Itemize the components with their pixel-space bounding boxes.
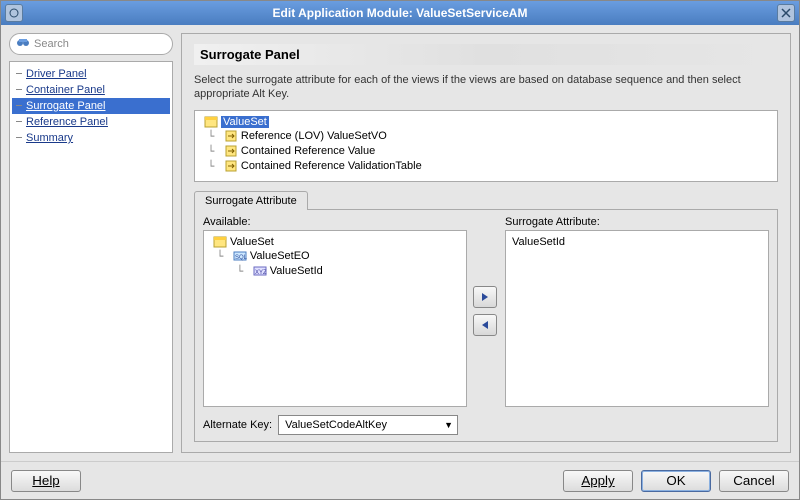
selected-column: Surrogate Attribute: ValueSetId <box>505 216 769 407</box>
close-icon[interactable] <box>777 4 795 22</box>
sidebar-item[interactable]: Surrogate Panel <box>12 98 170 114</box>
main-description: Select the surrogate attribute for each … <box>194 73 778 102</box>
tab-row: Surrogate Attribute <box>194 190 778 209</box>
main-title: Surrogate Panel <box>194 44 778 65</box>
available-list[interactable]: ValueSet └ SQLValueSetEO └ XYZValueSetId <box>203 230 467 407</box>
window-menu-icon[interactable] <box>5 4 23 22</box>
ref-icon <box>224 130 238 142</box>
move-right-button[interactable] <box>473 286 497 308</box>
xyz-icon: XYZ <box>253 265 267 277</box>
apply-button[interactable]: Apply <box>563 470 633 492</box>
dialog-body: Search Driver PanelContainer PanelSurrog… <box>1 25 799 461</box>
ref-icon <box>224 160 238 172</box>
tab-surrogate-attribute[interactable]: Surrogate Attribute <box>194 191 308 210</box>
tree-row[interactable]: └ Reference (LOV) ValueSetVO <box>201 129 771 144</box>
sidebar-item[interactable]: Driver Panel <box>12 66 170 82</box>
main-panel: Surrogate Panel Select the surrogate att… <box>181 33 791 453</box>
chevron-down-icon: ▼ <box>444 420 453 430</box>
available-label: Available: <box>203 216 467 228</box>
selected-list[interactable]: ValueSetId <box>505 230 769 407</box>
ok-button[interactable]: OK <box>641 470 711 492</box>
tree-row[interactable]: └ Contained Reference ValidationTable <box>201 159 771 174</box>
tree-row[interactable]: └ Contained Reference Value <box>201 144 771 159</box>
entity-icon <box>204 116 218 128</box>
ref-icon <box>224 145 238 157</box>
sidebar-item[interactable]: Reference Panel <box>12 114 170 130</box>
tree-label: ValueSetEO <box>250 250 310 262</box>
list-item[interactable]: ValueSetId <box>512 235 762 249</box>
titlebar: Edit Application Module: ValueSetService… <box>1 1 799 25</box>
alternate-key-label: Alternate Key: <box>203 419 272 431</box>
tree-label: ValueSetId <box>270 265 323 277</box>
search-input[interactable]: Search <box>9 33 173 55</box>
tree-row[interactable]: └ SQLValueSetEO <box>210 249 460 264</box>
sidebar: Search Driver PanelContainer PanelSurrog… <box>9 33 173 453</box>
views-tree[interactable]: ValueSet └ Reference (LOV) ValueSetVO └ … <box>194 110 778 182</box>
alternate-key-combo[interactable]: ValueSetCodeAltKey ▼ <box>278 415 458 435</box>
tree-label: Reference (LOV) ValueSetVO <box>241 130 387 142</box>
tree-label: Contained Reference Value <box>241 145 375 157</box>
tree-label: ValueSet <box>221 116 269 128</box>
svg-text:SQL: SQL <box>235 255 247 261</box>
search-placeholder: Search <box>34 38 69 50</box>
available-column: Available: ValueSet └ SQLValueSetEO └ XY… <box>203 216 467 407</box>
tree-label: Contained Reference ValidationTable <box>241 160 422 172</box>
selected-label: Surrogate Attribute: <box>505 216 769 228</box>
move-left-button[interactable] <box>473 314 497 336</box>
entity-icon <box>213 236 227 248</box>
nav-list: Driver PanelContainer PanelSurrogate Pan… <box>9 61 173 453</box>
tree-row[interactable]: ValueSet <box>210 235 460 249</box>
sql-icon: SQL <box>233 250 247 262</box>
surrogate-tabset: Surrogate Attribute Available: ValueSet … <box>194 190 778 442</box>
shuttle-buttons <box>473 216 499 407</box>
tab-pane: Available: ValueSet └ SQLValueSetEO └ XY… <box>194 209 778 442</box>
tree-label: ValueSet <box>230 236 274 248</box>
help-button[interactable]: Help <box>11 470 81 492</box>
alternate-key-value: ValueSetCodeAltKey <box>285 419 387 431</box>
dialog-window: Edit Application Module: ValueSetService… <box>0 0 800 500</box>
cancel-button[interactable]: Cancel <box>719 470 789 492</box>
shuttle: Available: ValueSet └ SQLValueSetEO └ XY… <box>203 216 769 407</box>
window-title: Edit Application Module: ValueSetService… <box>23 6 777 20</box>
dialog-footer: Help Apply OK Cancel <box>1 461 799 499</box>
binoculars-icon <box>16 37 30 52</box>
alternate-key-row: Alternate Key: ValueSetCodeAltKey ▼ <box>203 415 769 435</box>
sidebar-item[interactable]: Summary <box>12 130 170 146</box>
tree-row[interactable]: └ XYZValueSetId <box>210 264 460 279</box>
svg-text:XYZ: XYZ <box>255 270 267 276</box>
tree-row[interactable]: ValueSet <box>201 115 771 129</box>
sidebar-item[interactable]: Container Panel <box>12 82 170 98</box>
